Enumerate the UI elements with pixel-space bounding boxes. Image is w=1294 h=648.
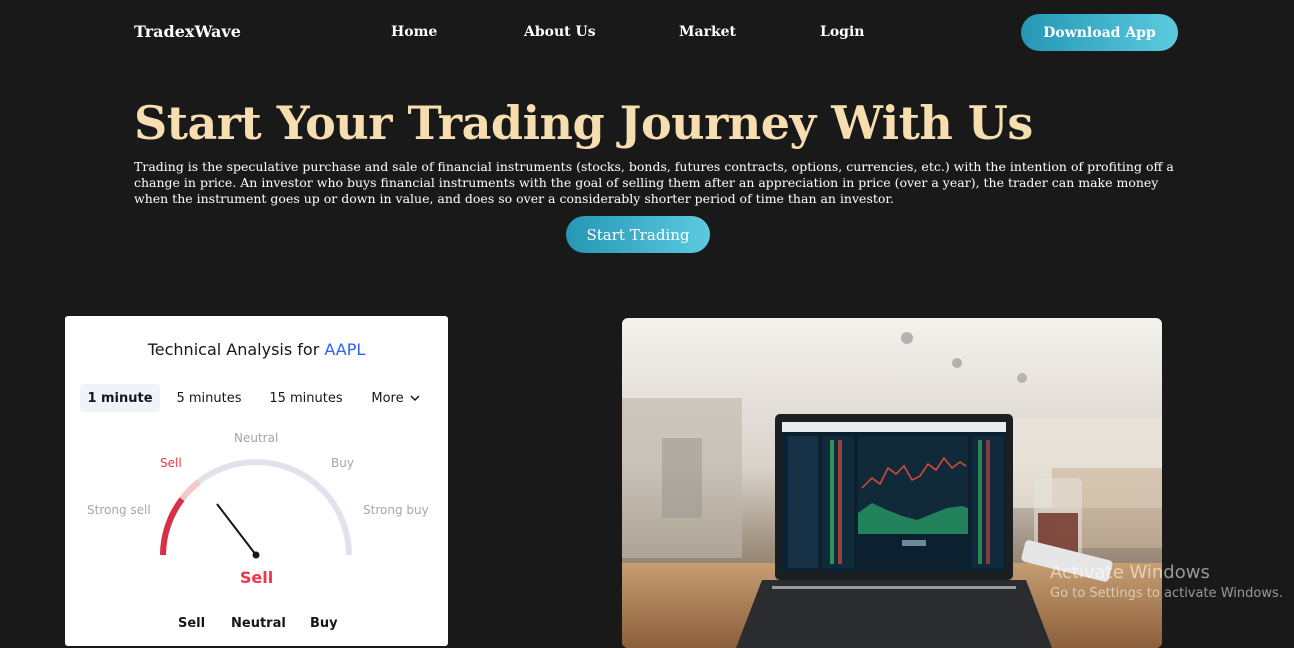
nav-link-about-us[interactable]: About Us xyxy=(524,24,596,40)
nav-link-login[interactable]: Login xyxy=(820,24,864,40)
download-app-button[interactable]: Download App xyxy=(1021,14,1178,51)
tab-5-minutes[interactable]: 5 minutes xyxy=(169,384,249,412)
brand-logo[interactable]: TradexWave xyxy=(134,22,241,41)
summary-label-sell: Sell xyxy=(178,616,206,631)
gauge-label-neutral: Neutral xyxy=(234,431,279,445)
summary-label-neutral: Neutral xyxy=(231,616,286,631)
hero-description: Trading is the speculative purchase and … xyxy=(134,159,1174,206)
tab-label: 5 minutes xyxy=(176,390,242,406)
hero-title: Start Your Trading Journey With Us xyxy=(134,96,1033,150)
tab-15-minutes[interactable]: 15 minutes xyxy=(261,384,351,412)
nav-link-home[interactable]: Home xyxy=(391,24,437,40)
gauge-label-sell: Sell xyxy=(160,456,182,470)
gauge-needle xyxy=(216,503,257,556)
tab-label: 15 minutes xyxy=(269,390,343,406)
gauge-result: Sell xyxy=(239,568,274,587)
tab-more[interactable]: More xyxy=(363,384,428,412)
gauge-needle-pivot xyxy=(252,551,260,559)
gauge-label-strong-buy: Strong buy xyxy=(363,503,429,517)
gauge-sell-fill xyxy=(160,479,201,556)
tab-1-minute[interactable]: 1 minute xyxy=(80,384,160,412)
tab-label: More xyxy=(371,390,404,406)
widget-symbol-link[interactable]: AAPL xyxy=(324,340,365,359)
widget-title-prefix: Technical Analysis for xyxy=(147,340,320,359)
summary-label-buy: Buy xyxy=(310,616,338,631)
gauge-label-buy: Buy xyxy=(331,456,354,470)
technical-analysis-widget: Technical Analysis for AAPL 1 minute 5 m… xyxy=(65,316,448,646)
gauge-track xyxy=(160,459,352,556)
widget-title: Technical Analysis for AAPL xyxy=(65,340,448,359)
gauge-label-strong-sell: Strong sell xyxy=(87,503,151,517)
tab-label: 1 minute xyxy=(87,390,153,406)
chevron-down-icon xyxy=(410,395,420,402)
start-trading-button[interactable]: Start Trading xyxy=(566,216,710,253)
watermark-line2: Go to Settings to activate Windows. xyxy=(1050,586,1283,601)
nav-link-market[interactable]: Market xyxy=(679,24,736,40)
watermark-line1: Activate Windows xyxy=(1050,562,1210,583)
